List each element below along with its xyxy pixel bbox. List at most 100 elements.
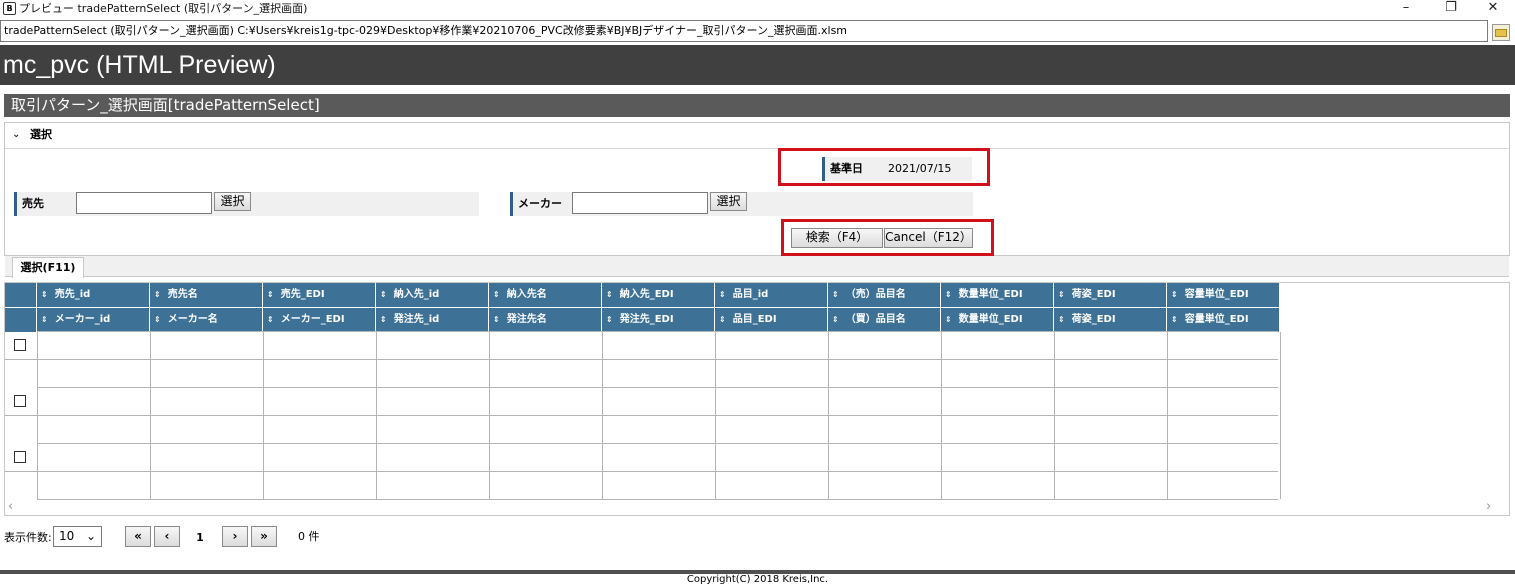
maker-label: メーカー — [510, 192, 562, 216]
column-header-label: メーカー_id — [54, 314, 111, 325]
next-page-button[interactable]: › — [222, 526, 248, 547]
column-header-label: 容量単位_EDI — [1184, 314, 1249, 325]
column-header-label: メーカー名 — [167, 314, 218, 325]
sort-icon[interactable]: ⇕ — [154, 290, 161, 299]
chevron-down-icon[interactable]: ⌄ — [12, 127, 20, 143]
column-header[interactable]: ⇕ 納入先_id — [376, 283, 489, 307]
sort-icon[interactable]: ⇕ — [1058, 290, 1065, 299]
tab-strip — [5, 256, 1509, 277]
copyright: Copyright(C) 2018 Kreis,Inc. — [686, 574, 829, 585]
column-header-label: 発注先_EDI — [619, 314, 674, 325]
sort-icon[interactable]: ⇕ — [606, 290, 613, 299]
first-page-button[interactable]: « — [125, 526, 151, 547]
sort-icon[interactable]: ⇕ — [1171, 315, 1178, 324]
column-header[interactable]: ⇕ メーカー_id — [37, 308, 150, 332]
table-row[interactable] — [5, 332, 1278, 387]
seller-label: 売先 — [14, 192, 44, 216]
chevron-down-icon: ⌄ — [86, 529, 97, 543]
column-header[interactable]: ⇕ 容量単位_EDI — [1167, 283, 1280, 307]
sort-icon[interactable]: ⇕ — [41, 315, 48, 324]
sort-icon[interactable]: ⇕ — [945, 315, 952, 324]
sort-icon[interactable]: ⇕ — [1058, 315, 1065, 324]
column-header[interactable]: ⇕ 荷姿_EDI — [1054, 308, 1167, 332]
column-header[interactable]: ⇕ 発注先_EDI — [602, 308, 715, 332]
column-header[interactable]: ⇕ 発注先_id — [376, 308, 489, 332]
column-header[interactable]: ⇕ 納入先名 — [489, 283, 602, 307]
column-header-label: 品目_id — [732, 289, 769, 300]
panel-divider — [5, 148, 1509, 149]
column-header[interactable]: ⇕ メーカー名 — [150, 308, 263, 332]
row-checkbox[interactable] — [14, 395, 26, 407]
table-row[interactable] — [5, 444, 1278, 499]
column-header[interactable]: ⇕ 発注先名 — [489, 308, 602, 332]
sort-icon[interactable]: ⇕ — [719, 290, 726, 299]
header-corner-cell — [5, 308, 37, 332]
column-header[interactable]: ⇕ 荷姿_EDI — [1054, 283, 1167, 307]
sort-icon[interactable]: ⇕ — [267, 315, 274, 324]
column-header[interactable]: ⇕ （売）品目名 — [828, 283, 941, 307]
column-header[interactable]: ⇕ 品目_id — [715, 283, 828, 307]
sort-icon[interactable]: ⇕ — [832, 315, 839, 324]
selection-panel — [4, 122, 1510, 256]
column-header-label: 数量単位_EDI — [958, 314, 1023, 325]
maker-input[interactable] — [572, 192, 708, 214]
tab-select[interactable]: 選択(F11) — [12, 257, 84, 278]
column-header[interactable]: ⇕ 売先_EDI — [263, 283, 376, 307]
column-header[interactable]: ⇕ 品目_EDI — [715, 308, 828, 332]
column-header-label: 売先_id — [54, 289, 91, 300]
sort-icon[interactable]: ⇕ — [380, 290, 387, 299]
sort-icon[interactable]: ⇕ — [41, 290, 48, 299]
column-header[interactable]: ⇕ （買）品目名 — [828, 308, 941, 332]
column-header-label: 荷姿_EDI — [1071, 289, 1116, 300]
column-header-label: 品目_EDI — [732, 314, 777, 325]
column-header-label: 納入先_EDI — [619, 289, 674, 300]
seller-select-button[interactable]: 選択 — [214, 192, 251, 211]
file-path-text: tradePatternSelect (取引パターン_選択画面) C:¥User… — [4, 24, 848, 37]
app-icon: B — [3, 2, 16, 15]
sort-icon[interactable]: ⇕ — [380, 315, 387, 324]
row-checkbox[interactable] — [14, 451, 26, 463]
folder-icon — [1495, 29, 1507, 37]
row-checkbox[interactable] — [14, 339, 26, 351]
column-header[interactable]: ⇕ 数量単位_EDI — [941, 283, 1054, 307]
sort-icon[interactable]: ⇕ — [493, 315, 500, 324]
column-header[interactable]: ⇕ 容量単位_EDI — [1167, 308, 1280, 332]
page-title: 取引パターン_選択画面[tradePatternSelect] — [11, 96, 320, 114]
maker-select-button[interactable]: 選択 — [710, 192, 747, 211]
sort-icon[interactable]: ⇕ — [832, 290, 839, 299]
sort-icon[interactable]: ⇕ — [719, 315, 726, 324]
column-header-label: 納入先_id — [393, 289, 440, 300]
sort-icon[interactable]: ⇕ — [606, 315, 613, 324]
column-header-label: 数量単位_EDI — [958, 289, 1023, 300]
column-header-label: 売先名 — [167, 289, 198, 300]
close-button[interactable]: ✕ — [1478, 0, 1508, 18]
current-page: 1 — [196, 531, 204, 544]
table-row[interactable] — [5, 388, 1278, 443]
seller-input[interactable] — [76, 192, 212, 214]
minimize-button[interactable]: – — [1391, 0, 1421, 18]
scroll-left-icon[interactable]: ‹ — [8, 500, 13, 514]
panel-title[interactable]: 選択 — [30, 127, 52, 143]
sort-icon[interactable]: ⇕ — [154, 315, 161, 324]
sort-icon[interactable]: ⇕ — [493, 290, 500, 299]
sort-icon[interactable]: ⇕ — [1171, 290, 1178, 299]
column-header[interactable]: ⇕ 売先名 — [150, 283, 263, 307]
column-header[interactable]: ⇕ 納入先_EDI — [602, 283, 715, 307]
column-header[interactable]: ⇕ 数量単位_EDI — [941, 308, 1054, 332]
page-size-label: 表示件数: — [4, 531, 52, 544]
window-title: プレビュー tradePatternSelect (取引パターン_選択画面) — [19, 2, 308, 15]
column-header-label: （売）品目名 — [845, 289, 906, 300]
sort-icon[interactable]: ⇕ — [267, 290, 274, 299]
scroll-right-icon[interactable]: › — [1486, 500, 1491, 514]
column-header[interactable]: ⇕ 売先_id — [37, 283, 150, 307]
column-header-label: 荷姿_EDI — [1071, 314, 1116, 325]
last-page-button[interactable]: » — [251, 526, 277, 547]
sort-icon[interactable]: ⇕ — [945, 290, 952, 299]
column-header-label: 納入先名 — [506, 289, 547, 300]
highlight-box-date — [778, 148, 990, 186]
restore-button[interactable]: ❐ — [1436, 0, 1466, 18]
horizontal-scrollbar[interactable] — [5, 499, 1509, 515]
column-header[interactable]: ⇕ メーカー_EDI — [263, 308, 376, 332]
highlight-box-actions — [781, 219, 994, 256]
prev-page-button[interactable]: ‹ — [154, 526, 180, 547]
